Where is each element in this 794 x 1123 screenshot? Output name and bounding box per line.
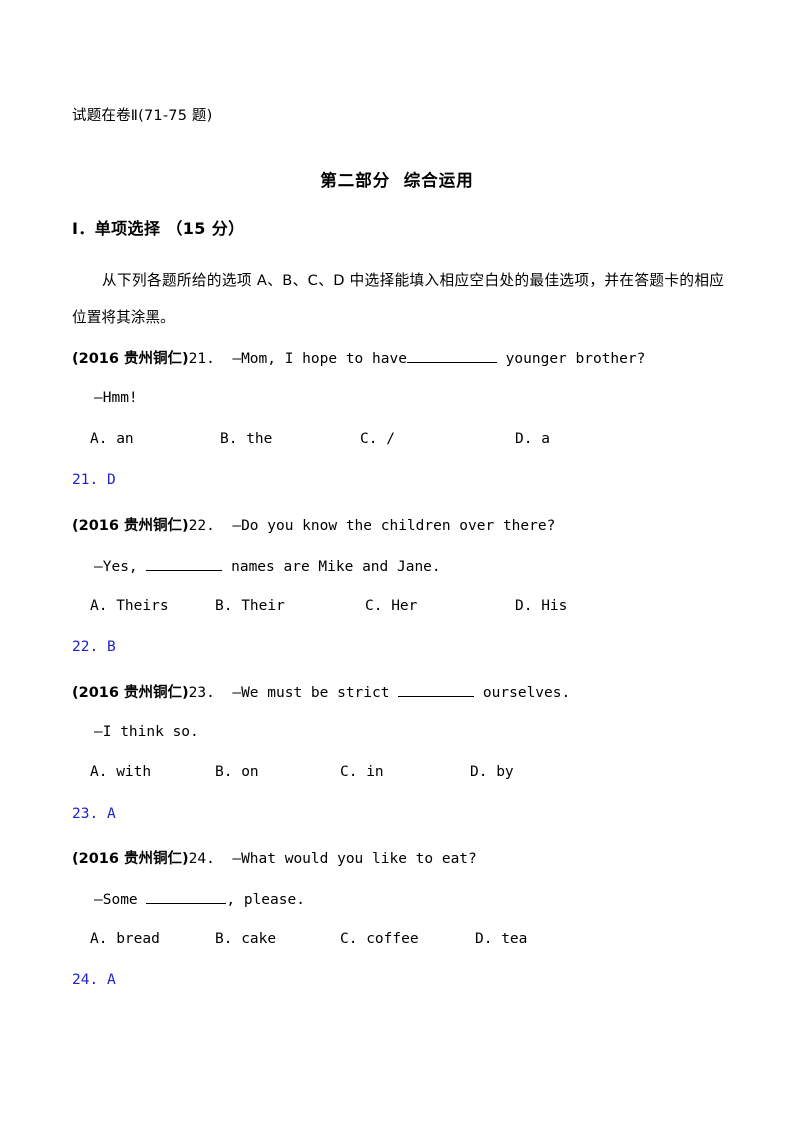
option-23-b[interactable]: B. on: [215, 764, 259, 780]
question-options-21: A. an B. the C. / D. a: [72, 431, 772, 451]
section-heading: Ⅰ．单项选择 （15 分）: [72, 219, 245, 238]
answer-number-21: 21.: [72, 472, 99, 488]
option-22-c[interactable]: C. Her: [365, 598, 417, 614]
option-24-a[interactable]: A. bread: [90, 931, 160, 947]
question-reply-24: —Some , please.: [72, 890, 772, 908]
reply-line-24: —Some , please.: [72, 890, 772, 908]
answer-number-24: 24.: [72, 972, 99, 988]
question-source-22: (2016 贵州铜仁): [72, 518, 189, 534]
answer-value-24: A: [106, 972, 116, 988]
answer-value-22: B: [106, 639, 116, 655]
question-text-24: —What would you like to eat?: [214, 851, 477, 867]
answer-value-23: A: [106, 806, 116, 822]
question-stem-22: (2016 贵州铜仁)22. —Do you know the children…: [72, 516, 772, 536]
option-23-c[interactable]: C. in: [340, 764, 384, 780]
question-reply-22: —Yes, names are Mike and Jane.: [72, 557, 772, 575]
question-stem-24: (2016 贵州铜仁)24. —What would you like to e…: [72, 849, 772, 869]
reply-24-before: —Some: [94, 892, 147, 908]
reply-22-before: —Yes,: [94, 559, 147, 575]
answer-blank-23[interactable]: [398, 683, 475, 697]
instructions-paragraph: 从下列各题所给的选项 A、B、C、D 中选择能填入相应空白处的最佳选项，并在答题…: [72, 272, 724, 326]
document-page: 试题在卷Ⅱ(71-75 题) 第二部分 综合运用 Ⅰ．单项选择 （15 分） 从…: [0, 0, 794, 1123]
answer-line-23: 23. A: [72, 806, 116, 822]
question-reply-21: —Hmm!: [72, 390, 772, 406]
reply-line-22: —Yes, names are Mike and Jane.: [72, 557, 772, 575]
reply-line-23: —I think so.: [94, 724, 199, 740]
option-23-a[interactable]: A. with: [90, 764, 151, 780]
option-22-a[interactable]: A. Theirs: [90, 598, 169, 614]
option-23-d[interactable]: D. by: [470, 764, 514, 780]
question-number-24: 24.: [188, 851, 215, 867]
running-header-note: 试题在卷Ⅱ(71-75 题): [72, 108, 213, 124]
answer-line-24: 24. A: [72, 972, 116, 988]
option-21-b[interactable]: B. the: [220, 431, 272, 447]
question-options-22: A. Theirs B. Their C. Her D. His: [72, 598, 772, 618]
reply-line-21: —Hmm!: [94, 390, 138, 406]
answer-value-21: D: [106, 472, 116, 488]
option-21-c[interactable]: C. /: [360, 431, 395, 447]
option-21-d[interactable]: D. a: [515, 431, 550, 447]
question-number-23: 23.: [188, 685, 215, 701]
option-24-d[interactable]: D. tea: [475, 931, 527, 947]
question-text-21-before: —Mom, I hope to have: [214, 351, 407, 367]
answer-line-22: 22. B: [72, 639, 116, 655]
answer-line-21: 21. D: [72, 472, 116, 488]
option-22-b[interactable]: B. Their: [215, 598, 285, 614]
answer-blank-22[interactable]: [146, 557, 223, 571]
option-21-a[interactable]: A. an: [90, 431, 134, 447]
reply-22-after: names are Mike and Jane.: [222, 559, 441, 575]
answer-blank-21[interactable]: [406, 349, 497, 363]
question-text-23-before: —We must be strict: [214, 685, 399, 701]
question-block-22: (2016 贵州铜仁)22. —Do you know the children…: [72, 516, 772, 536]
question-stem-21: (2016 贵州铜仁)21. —Mom, I hope to have youn…: [72, 349, 772, 369]
question-source-24: (2016 贵州铜仁): [72, 851, 189, 867]
answer-blank-24[interactable]: [146, 890, 227, 904]
question-reply-23: —I think so.: [72, 724, 772, 740]
question-number-21: 21.: [188, 351, 215, 367]
question-options-23: A. with B. on C. in D. by: [72, 764, 772, 784]
question-text-21-after: younger brother?: [496, 351, 646, 367]
part-title: 第二部分 综合运用: [320, 171, 474, 190]
option-22-d[interactable]: D. His: [515, 598, 567, 614]
question-number-22: 22.: [188, 518, 215, 534]
question-block-23: (2016 贵州铜仁)23. —We must be strict oursel…: [72, 683, 772, 703]
question-stem-23: (2016 贵州铜仁)23. —We must be strict oursel…: [72, 683, 772, 703]
question-source-21: (2016 贵州铜仁): [72, 351, 189, 367]
question-source-23: (2016 贵州铜仁): [72, 685, 189, 701]
question-options-24: A. bread B. cake C. coffee D. tea: [72, 931, 772, 951]
reply-24-after: , please.: [226, 892, 305, 908]
question-block-24: (2016 贵州铜仁)24. —What would you like to e…: [72, 849, 772, 869]
option-24-c[interactable]: C. coffee: [340, 931, 419, 947]
answer-number-23: 23.: [72, 806, 99, 822]
question-text-22: —Do you know the children over there?: [214, 518, 556, 534]
option-24-b[interactable]: B. cake: [215, 931, 276, 947]
answer-number-22: 22.: [72, 639, 99, 655]
question-text-23-after: ourselves.: [474, 685, 571, 701]
question-block-21: (2016 贵州铜仁)21. —Mom, I hope to have youn…: [72, 349, 772, 369]
